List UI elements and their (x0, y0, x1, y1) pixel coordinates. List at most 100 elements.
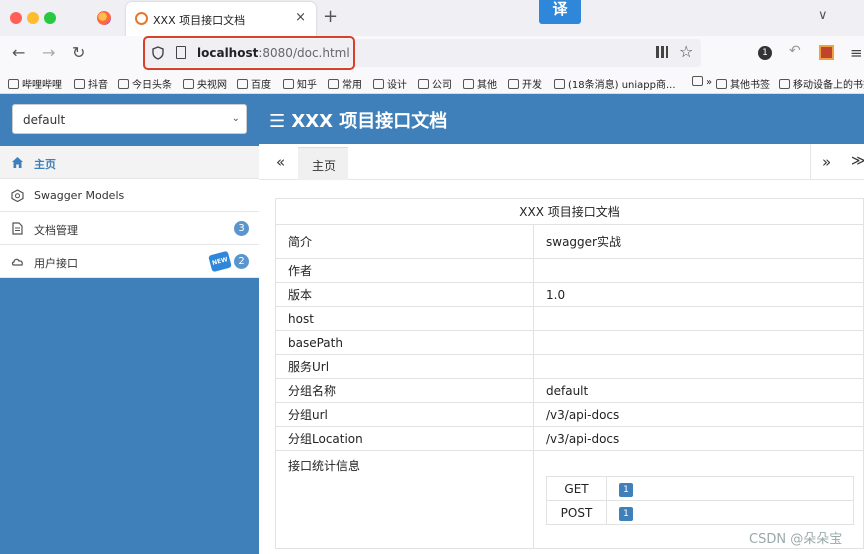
tab-divider (810, 144, 811, 180)
info-value: default (533, 378, 864, 403)
table-row: 分组名称 default (275, 378, 864, 403)
info-value (533, 258, 864, 283)
bookmark-folder[interactable]: 公司 (418, 76, 452, 91)
bookmark-item[interactable]: 哔哩哔哩 (8, 76, 62, 91)
bookmark-folder[interactable]: 设计 (373, 76, 407, 91)
tab-more-icon[interactable]: ≫ (851, 153, 864, 169)
maximize-window-button[interactable] (44, 12, 56, 24)
shield-icon[interactable] (152, 46, 164, 60)
scroll-tabs-left-icon[interactable]: « (276, 153, 285, 171)
info-label: 分组url (275, 402, 534, 427)
browser-nav-bar: ← → ↻ localhost:8080/doc.html ☆ 1 ↶ ≡ (0, 36, 864, 70)
bookmark-item[interactable]: 百度 (237, 76, 271, 91)
page-title: ☰ XXX 项目接口文档 (269, 111, 448, 132)
group-select[interactable]: default ⌄ (12, 104, 247, 134)
table-row: GET 1 (546, 476, 854, 501)
chevron-down-icon: ⌄ (231, 113, 240, 124)
info-value: swagger实战 (533, 224, 864, 259)
method-name: POST (546, 500, 607, 525)
sidebar-item-label: 主页 (34, 158, 56, 171)
info-value: /v3/api-docs (533, 402, 864, 427)
cloud-icon (11, 258, 23, 266)
undo-icon[interactable]: ↶ (789, 43, 801, 59)
reload-icon[interactable]: ↻ (72, 43, 85, 62)
bookmark-item[interactable]: 知乎 (283, 76, 317, 91)
table-row: POST 1 (546, 500, 854, 525)
bookmarks-bar: 哔哩哔哩 抖音 今日头条 央视网 百度 知乎 常用 设计 公司 其他 开发 (1… (0, 70, 864, 94)
info-value (533, 306, 864, 331)
bookmark-folder[interactable]: 其他书签 (716, 76, 770, 91)
extension-badge-icon[interactable]: 1 (758, 46, 772, 60)
bookmark-star-icon[interactable]: ☆ (679, 42, 693, 61)
new-badge: NEW (208, 250, 232, 273)
bookmark-folder[interactable]: 移动设备上的书签 (779, 76, 864, 91)
info-label: 简介 (275, 224, 534, 259)
method-stats-table: GET 1 POST 1 (546, 476, 854, 525)
group-select-value: default (23, 113, 66, 127)
table-row: basePath (275, 330, 864, 355)
method-name: GET (546, 476, 607, 501)
sidebar-item-user-api[interactable]: 用户接口 NEW 2 (0, 245, 259, 278)
sidebar-item-label: 用户接口 (34, 257, 78, 270)
extension-icon[interactable] (819, 45, 834, 60)
forward-arrow-icon[interactable]: → (42, 43, 55, 62)
back-arrow-icon[interactable]: ← (12, 43, 25, 62)
bookmark-folder[interactable]: 常用 (328, 76, 362, 91)
info-label: 接口统计信息 (275, 450, 534, 549)
tab-home[interactable]: 主页 (298, 147, 348, 180)
browser-tab-bar: XXX 项目接口文档 × + 译 ∨ (0, 0, 864, 36)
method-count-cell: 1 (606, 476, 854, 501)
sidebar-item-swagger-models[interactable]: Swagger Models (0, 179, 259, 212)
page-title-text: XXX 项目接口文档 (291, 111, 448, 132)
close-window-button[interactable] (10, 12, 22, 24)
info-label: 版本 (275, 282, 534, 307)
qr-code-icon[interactable] (656, 46, 668, 58)
count-badge: 3 (234, 221, 249, 236)
bookmark-overflow[interactable]: » (692, 76, 712, 88)
translate-button[interactable]: 译 (539, 0, 581, 24)
table-row: 版本 1.0 (275, 282, 864, 307)
content-tab-strip: « 主页 » ≫ (259, 144, 864, 180)
new-tab-button[interactable]: + (323, 6, 338, 27)
minimize-window-button[interactable] (27, 12, 39, 24)
tab-list-chevron-icon[interactable]: ∨ (818, 8, 828, 23)
home-icon (12, 157, 23, 168)
method-count: 1 (619, 482, 633, 497)
info-label: 分组名称 (275, 378, 534, 403)
url-host: localhost (197, 46, 259, 60)
info-value: /v3/api-docs (533, 426, 864, 451)
bookmark-item[interactable]: 抖音 (74, 76, 108, 91)
sidebar-item-home[interactable]: 主页 (0, 146, 259, 179)
info-value (533, 354, 864, 379)
table-row: 分组Location/v3/api-docs (275, 426, 864, 451)
sidebar-item-doc-management[interactable]: 文档管理 3 (0, 212, 259, 245)
firefox-icon[interactable] (97, 11, 111, 25)
bookmark-folder[interactable]: 开发 (508, 76, 542, 91)
browser-tab-active[interactable]: XXX 项目接口文档 × (126, 2, 316, 36)
info-value: 1.0 (533, 282, 864, 307)
hamburger-menu-icon[interactable]: ≡ (850, 44, 863, 62)
info-value (533, 330, 864, 355)
bookmark-item[interactable]: 今日头条 (118, 76, 172, 91)
method-count: 1 (619, 506, 633, 521)
bookmark-folder[interactable]: 其他 (463, 76, 497, 91)
bookmark-item[interactable]: (18条消息) uniapp商... (554, 76, 676, 91)
info-label: host (275, 306, 534, 331)
sidebar-menu: 主页 Swagger Models 文档管理 3 用户接口 NEW 2 (0, 146, 259, 278)
info-label: 分组Location (275, 426, 534, 451)
scroll-tabs-right-icon[interactable]: » (822, 153, 831, 171)
watermark: CSDN @朵朵宝 (749, 532, 843, 547)
tab-close-icon[interactable]: × (295, 10, 306, 25)
bookmark-item[interactable]: 央视网 (183, 76, 227, 91)
doc-icon (12, 222, 23, 235)
sidebar-item-label: 文档管理 (34, 224, 78, 237)
info-table-caption: XXX 项目接口文档 (275, 198, 864, 225)
table-row: 作者 (275, 258, 864, 283)
models-icon (11, 189, 24, 202)
table-row: 服务Url (275, 354, 864, 379)
page-icon (176, 46, 186, 59)
method-count-cell: 1 (606, 500, 854, 525)
url-text[interactable]: localhost:8080/doc.html (197, 46, 350, 60)
table-row: host (275, 306, 864, 331)
tab-home-label: 主页 (312, 159, 337, 173)
